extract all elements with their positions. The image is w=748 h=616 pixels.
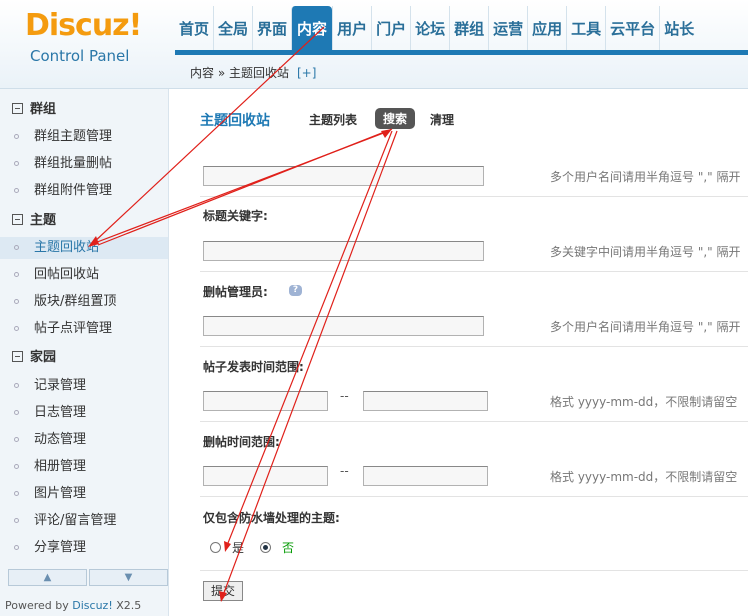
arrowhead-icon xyxy=(219,591,227,602)
arrow-search-to-submit xyxy=(221,130,398,599)
arrow-recycle-to-search xyxy=(91,130,390,245)
annotation-arrows xyxy=(88,26,398,602)
arrowhead-icon xyxy=(88,236,99,247)
arrow-content-to-recycle xyxy=(91,26,325,245)
arrowhead-icon xyxy=(224,541,231,552)
annotation-lines xyxy=(91,26,398,599)
annotation-arrowheads xyxy=(88,129,392,602)
arrow-search-to-radio xyxy=(225,130,393,549)
